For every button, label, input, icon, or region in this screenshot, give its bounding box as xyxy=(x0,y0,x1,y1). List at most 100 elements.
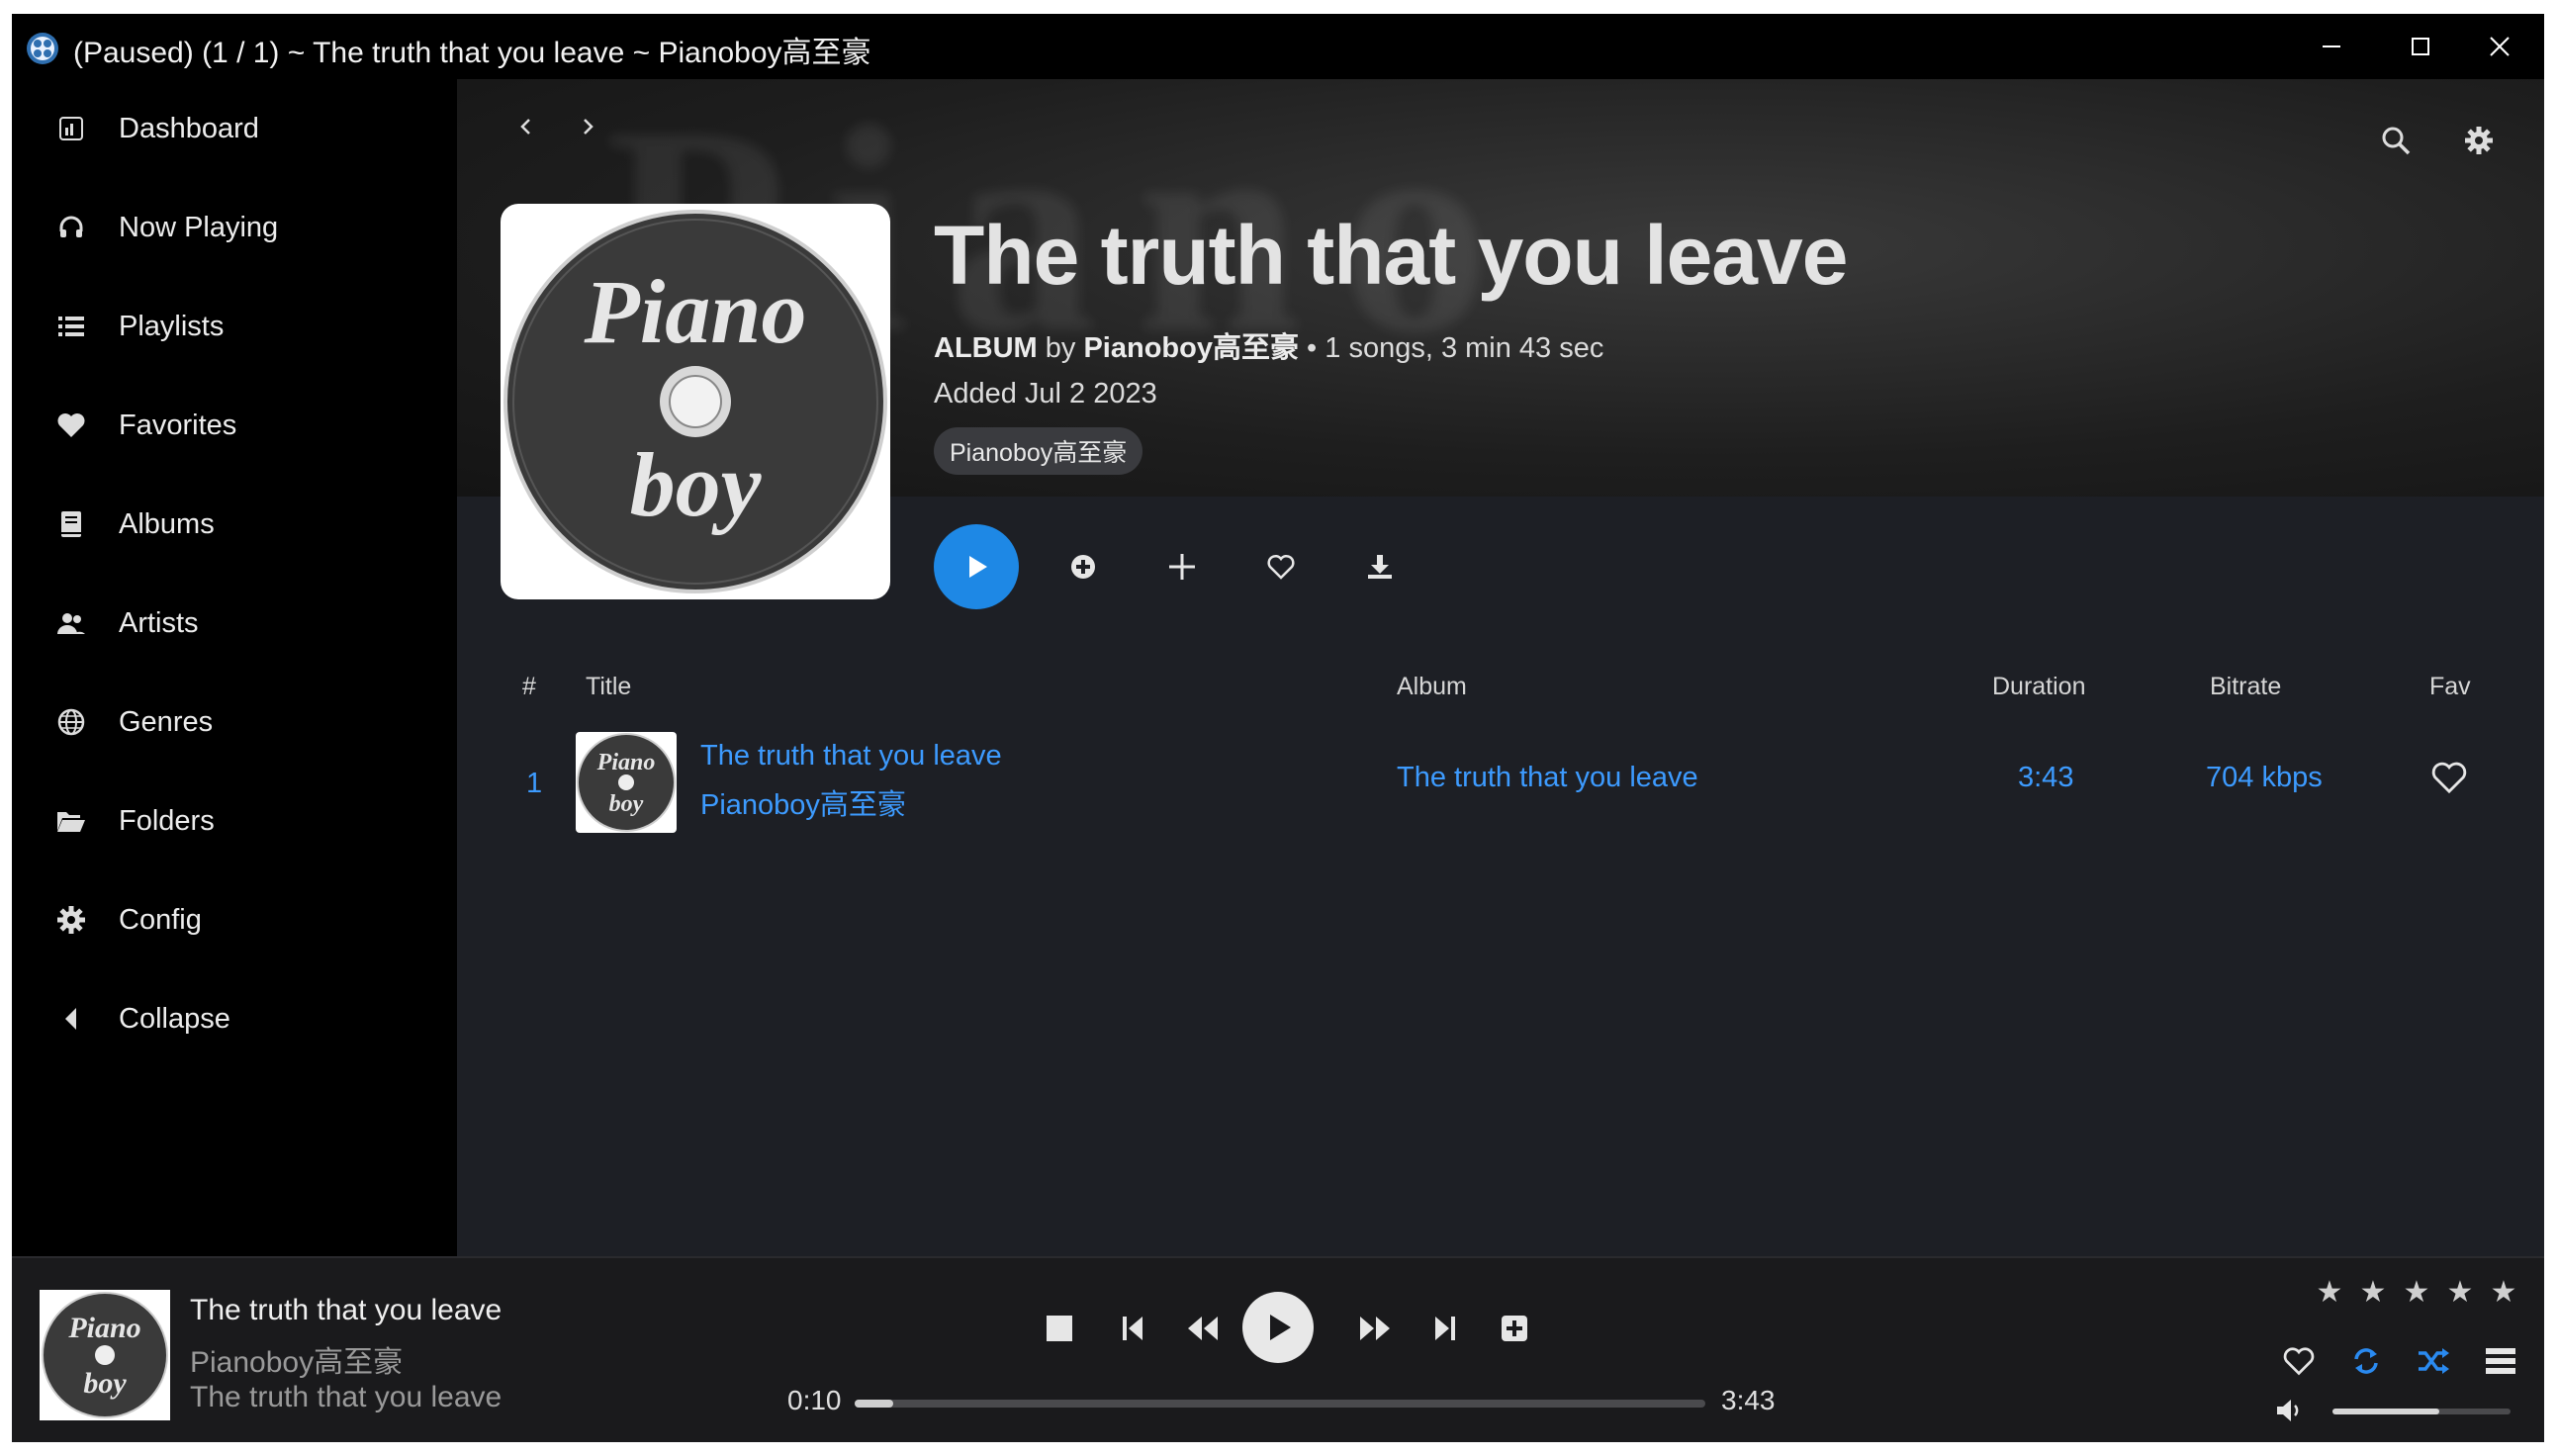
track-title-link[interactable]: The truth that you leave xyxy=(700,740,1002,773)
gear-icon xyxy=(2465,127,2493,154)
globe-icon xyxy=(51,702,91,742)
now-playing-cover[interactable]: Piano boy xyxy=(40,1290,170,1420)
volume-icon xyxy=(2277,1400,2299,1421)
play-album-button[interactable] xyxy=(934,524,1019,609)
shuffle-button[interactable] xyxy=(2412,1339,2455,1383)
main-content: Piano Piano boy The truth that you leave… xyxy=(457,79,2544,1256)
sidebar-item-label: Collapse xyxy=(119,1002,230,1035)
album-meta: ALBUM by Pianoboy高至豪 • 1 songs, 3 min 43… xyxy=(934,324,1603,366)
download-button[interactable] xyxy=(1357,544,1403,590)
skip-previous-icon xyxy=(1123,1317,1142,1340)
dashboard-icon xyxy=(51,109,91,148)
fast-forward-icon xyxy=(1360,1317,1390,1340)
heart-outline-icon xyxy=(1267,554,1295,580)
sidebar-item-now-playing[interactable]: Now Playing xyxy=(12,178,457,277)
track-album-link[interactable]: The truth that you leave xyxy=(1397,762,1698,794)
sidebar-item-config[interactable]: Config xyxy=(12,870,457,969)
seek-bar-fill xyxy=(855,1400,893,1408)
album-by: by xyxy=(1045,332,1076,364)
chevron-left-icon xyxy=(51,999,91,1039)
genre-chip[interactable]: Pianoboy高至豪 xyxy=(934,427,1143,475)
skip-next-icon xyxy=(1435,1317,1455,1340)
next-track-button[interactable] xyxy=(1420,1294,1470,1363)
sidebar-item-albums[interactable]: Albums xyxy=(12,475,457,574)
heart-outline-icon xyxy=(2283,1347,2315,1376)
play-next-button[interactable] xyxy=(1060,544,1106,590)
add-to-playlist-button[interactable] xyxy=(1490,1294,1539,1363)
sidebar-item-dashboard[interactable]: Dashboard xyxy=(12,79,457,178)
play-icon xyxy=(969,556,987,578)
thumb-text-bottom: boy xyxy=(609,791,644,817)
column-header-fav[interactable]: Fav xyxy=(2429,673,2471,701)
column-header-title[interactable]: Title xyxy=(586,673,631,701)
track-number: 1 xyxy=(526,768,543,799)
track-bitrate: 704 kbps xyxy=(2206,762,2323,793)
rating-star-1[interactable]: ★ xyxy=(2315,1278,2344,1308)
sidebar-item-collapse[interactable]: Collapse xyxy=(12,969,457,1068)
column-header-duration[interactable]: Duration xyxy=(1992,673,2086,701)
gear-icon xyxy=(51,900,91,940)
sidebar-item-label: Dashboard xyxy=(119,112,259,144)
rating-star-5[interactable]: ★ xyxy=(2489,1278,2518,1308)
minimize-button[interactable] xyxy=(2287,14,2376,79)
sidebar-item-playlists[interactable]: Playlists xyxy=(12,277,457,376)
sidebar-item-favorites[interactable]: Favorites xyxy=(12,376,457,475)
settings-button[interactable] xyxy=(2453,115,2505,166)
album-cover[interactable]: Piano boy xyxy=(501,204,890,599)
forward-button[interactable] xyxy=(568,107,607,146)
rating-star-2[interactable]: ★ xyxy=(2358,1278,2388,1308)
sidebar-item-label: Folders xyxy=(119,804,215,837)
stop-button[interactable] xyxy=(1035,1294,1084,1363)
rewind-button[interactable] xyxy=(1175,1294,1231,1363)
column-header-bitrate[interactable]: Bitrate xyxy=(2210,673,2281,701)
track-favorite-button[interactable] xyxy=(2429,760,2469,800)
previous-track-button[interactable] xyxy=(1108,1294,1157,1363)
book-icon xyxy=(51,504,91,544)
now-playing-artist[interactable]: Pianoboy高至豪 xyxy=(190,1337,403,1381)
album-added-date: Added Jul 2 2023 xyxy=(934,378,1157,410)
queue-list-icon xyxy=(2486,1348,2515,1374)
column-header-number[interactable]: # xyxy=(522,673,536,701)
back-button[interactable] xyxy=(506,107,546,146)
volume-button[interactable] xyxy=(2275,1397,2305,1429)
sidebar-item-genres[interactable]: Genres xyxy=(12,673,457,772)
cover-text-top: Piano xyxy=(584,261,807,362)
sidebar: Dashboard Now Playing Playlists Favorite… xyxy=(12,79,457,1256)
sidebar-item-folders[interactable]: Folders xyxy=(12,772,457,870)
seek-bar[interactable] xyxy=(855,1400,1705,1408)
volume-slider-fill xyxy=(2332,1409,2439,1414)
close-button[interactable] xyxy=(2455,14,2544,79)
add-to-queue-button[interactable] xyxy=(1159,544,1205,590)
now-playing-title[interactable]: The truth that you leave xyxy=(190,1294,502,1327)
sidebar-item-artists[interactable]: Artists xyxy=(12,574,457,673)
minimize-icon xyxy=(2323,46,2340,47)
repeat-button[interactable] xyxy=(2344,1339,2388,1383)
favorite-album-button[interactable] xyxy=(1258,544,1304,590)
play-pause-button[interactable] xyxy=(1242,1292,1314,1363)
list-icon xyxy=(51,307,91,346)
now-playing-album[interactable]: The truth that you leave xyxy=(190,1381,502,1414)
sidebar-item-label: Config xyxy=(119,903,202,936)
volume-slider[interactable] xyxy=(2332,1409,2511,1414)
search-button[interactable] xyxy=(2370,115,2421,166)
maximize-button[interactable] xyxy=(2376,14,2465,79)
table-row[interactable]: 1 Piano boy The truth that you leave Pia… xyxy=(457,732,2544,841)
sidebar-item-label: Now Playing xyxy=(119,211,279,243)
column-header-album[interactable]: Album xyxy=(1397,673,1467,701)
fast-forward-button[interactable] xyxy=(1347,1294,1403,1363)
player-cover-text-bottom: boy xyxy=(83,1367,127,1400)
download-icon xyxy=(1368,555,1392,579)
track-artist-link[interactable]: Pianoboy高至豪 xyxy=(700,781,906,823)
album-artist-link[interactable]: Pianoboy高至豪 xyxy=(1083,332,1299,364)
heart-outline-icon xyxy=(2431,762,2467,794)
plus-square-icon xyxy=(1502,1316,1527,1341)
app-icon xyxy=(27,33,58,64)
queue-button[interactable] xyxy=(2479,1339,2522,1383)
rating-star-3[interactable]: ★ xyxy=(2402,1278,2431,1308)
sidebar-item-label: Artists xyxy=(119,606,199,639)
plus-circle-icon xyxy=(1071,555,1095,579)
favorite-track-button[interactable] xyxy=(2277,1339,2321,1383)
thumb-text-top: Piano xyxy=(596,750,656,775)
close-icon xyxy=(2490,37,2510,56)
rating-star-4[interactable]: ★ xyxy=(2445,1278,2475,1308)
